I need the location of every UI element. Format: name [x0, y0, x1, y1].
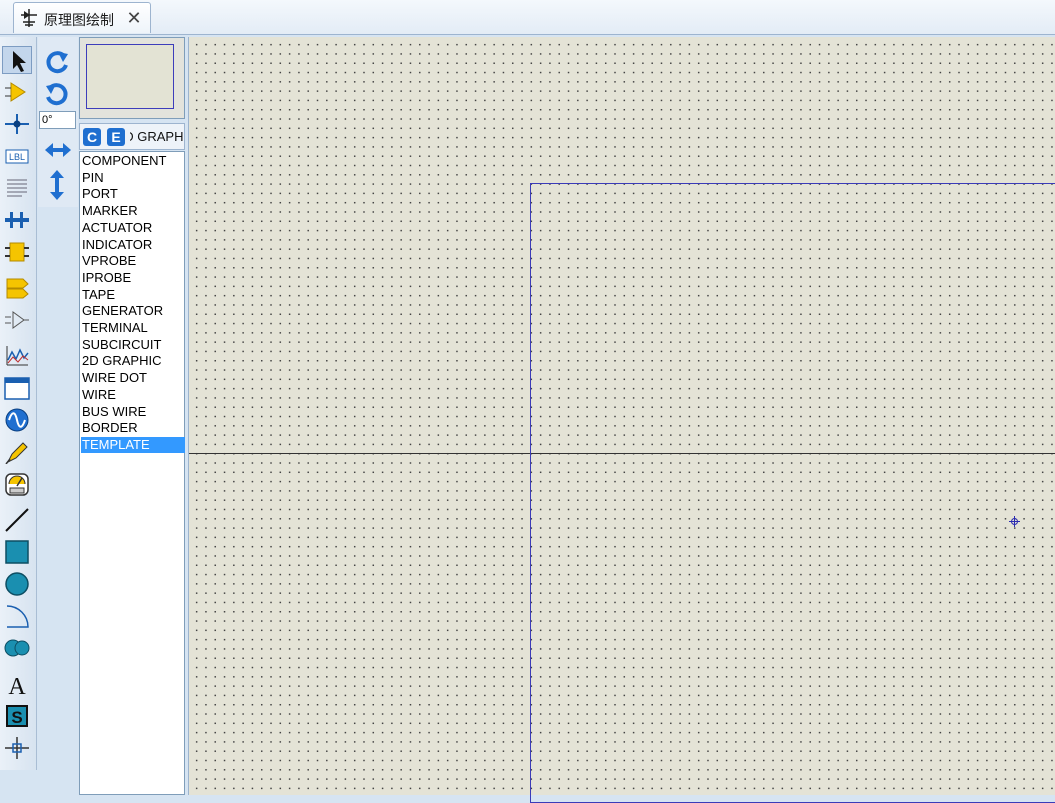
sine-generator-icon [5, 408, 29, 432]
tab-label: 原理图绘制 [44, 13, 114, 29]
list-item-wire[interactable]: WIRE [81, 387, 185, 403]
graph-mode-button[interactable] [2, 342, 32, 370]
overview-preview[interactable] [79, 37, 185, 119]
graph-icon [6, 346, 29, 366]
rotation-angle-field[interactable]: 0° [39, 111, 76, 129]
list-item-actuator[interactable]: ACTUATOR [81, 220, 185, 236]
junction-dot-mode-button[interactable] [2, 110, 32, 138]
list-item-component[interactable]: COMPONENT [81, 153, 185, 169]
bus-icon [5, 212, 29, 228]
mirror-horizontal-icon[interactable] [44, 141, 72, 159]
probe-icon [5, 442, 28, 464]
wire-label-mode-button[interactable]: LBL [2, 142, 32, 170]
mirror-vertical-icon[interactable] [48, 169, 66, 201]
buses-mode-button[interactable] [2, 206, 32, 234]
svg-text:A: A [8, 674, 26, 698]
origin-axis-vertical [530, 183, 531, 795]
circle-icon [5, 572, 29, 596]
list-item-subcircuit[interactable]: SUBCIRCUIT [81, 337, 185, 353]
voltage-probe-mode-button[interactable] [2, 438, 32, 466]
list-item-vprobe[interactable]: VPROBE [81, 253, 185, 269]
mode-toolbar: LBL A S [0, 37, 37, 770]
script-icon [7, 179, 27, 197]
list-item-indicator[interactable]: INDICATOR [81, 237, 185, 253]
list-item-generator[interactable]: GENERATOR [81, 303, 185, 319]
list-item-2d-graphic[interactable]: 2D GRAPHIC [81, 353, 185, 369]
selector-header: C E 2D GRAPHIC [79, 123, 185, 150]
symbol-icon: S [6, 705, 28, 727]
generator-mode-button[interactable] [2, 406, 32, 434]
pin-icon [5, 311, 29, 329]
list-item-port[interactable]: PORT [81, 186, 185, 202]
subcircuit-mode-button[interactable] [2, 238, 32, 266]
path-icon [4, 639, 30, 657]
arc-mode-button[interactable] [2, 602, 32, 630]
box-mode-button[interactable] [2, 538, 32, 566]
tab-schematic-capture[interactable]: 原理图绘制 ✕ [13, 2, 151, 33]
label-icon: LBL [5, 149, 29, 164]
circle-mode-button[interactable] [2, 570, 32, 598]
list-item-pin[interactable]: PIN [81, 170, 185, 186]
list-item-border[interactable]: BORDER [81, 420, 185, 436]
selection-mode-button[interactable] [2, 46, 32, 74]
origin-axis-horizontal [189, 453, 530, 454]
text-icon: A [8, 674, 26, 698]
line-mode-button[interactable] [2, 506, 32, 534]
list-item-tape[interactable]: TAPE [81, 287, 185, 303]
text-mode-button[interactable]: A [2, 670, 32, 698]
arrow-cursor-icon [13, 51, 26, 72]
list-item-iprobe[interactable]: IPROBE [81, 270, 185, 286]
box-icon [5, 540, 29, 564]
list-item-bus-wire[interactable]: BUS WIRE [81, 404, 185, 420]
marker-mode-button[interactable] [2, 734, 32, 762]
svg-text:S: S [11, 708, 22, 727]
edit-library-button[interactable]: E [107, 128, 125, 146]
virtual-instruments-mode-button[interactable] [2, 470, 32, 498]
origin-marker-icon [1009, 516, 1020, 527]
terminal-icon [6, 278, 29, 299]
subcircuit-icon [5, 242, 29, 262]
list-item-terminal[interactable]: TERMINAL [81, 320, 185, 336]
svg-text:LBL: LBL [9, 152, 25, 162]
text-script-mode-button[interactable] [2, 174, 32, 202]
selector-title: 2D GRAPHIC [130, 129, 184, 144]
close-icon[interactable]: ✕ [124, 7, 144, 29]
symbol-mode-button[interactable]: S [2, 702, 32, 730]
arc-icon [6, 605, 29, 628]
origin-axis-horizontal-right [530, 453, 1055, 454]
selector-title-text: 2D GRAPHIC [130, 129, 184, 144]
list-item-template[interactable]: TEMPLATE [81, 436, 185, 453]
component-mode-button[interactable] [2, 78, 32, 106]
device-pins-mode-button[interactable] [2, 306, 32, 334]
tape-recorder-mode-button[interactable] [2, 374, 32, 402]
path-mode-button[interactable] [2, 634, 32, 662]
preview-sheet-outline [86, 44, 174, 109]
list-item-marker[interactable]: MARKER [81, 203, 185, 219]
component-icon [5, 82, 26, 102]
list-item-wire-dot[interactable]: WIRE DOT [81, 370, 185, 386]
sheet-border [530, 183, 1055, 803]
component-pick-button[interactable]: C [83, 128, 101, 146]
object-selector-list: COMPONENT PIN PORT MARKER ACTUATOR INDICATOR V… [79, 151, 185, 795]
schematic-canvas[interactable] [188, 37, 1055, 803]
schematic-icon [20, 9, 38, 27]
rotate-clockwise-icon[interactable] [44, 49, 70, 75]
line-icon [5, 508, 29, 532]
document-tab-strip: 原理图绘制 ✕ [0, 0, 1055, 35]
meter-icon [5, 473, 29, 496]
rotate-anticlockwise-icon[interactable] [44, 81, 70, 107]
terminals-mode-button[interactable] [2, 274, 32, 302]
marker-icon [5, 737, 29, 759]
window-icon [4, 377, 30, 400]
junction-icon [5, 114, 29, 134]
